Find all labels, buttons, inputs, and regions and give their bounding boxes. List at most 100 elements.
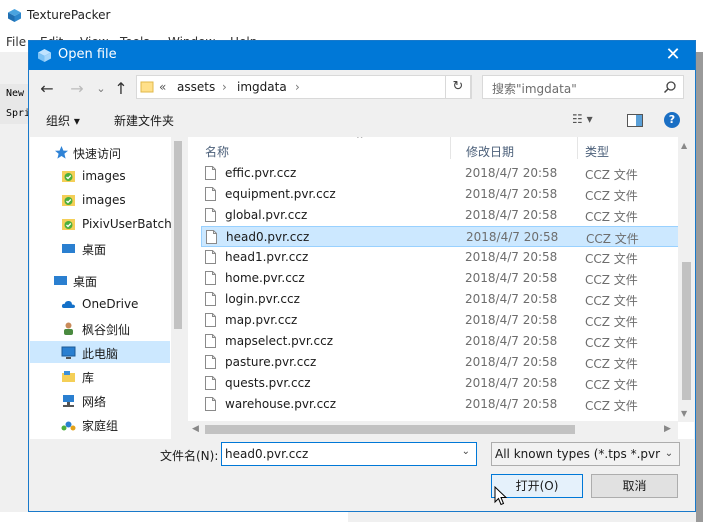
- file-row[interactable]: quests.pvr.ccz 2018/4/7 20:58 CCZ 文件: [201, 373, 679, 394]
- nav-item-images[interactable]: images: [30, 165, 170, 187]
- new-folder-button[interactable]: 新建文件夹: [114, 112, 174, 129]
- nav-item-pixivuserbatch[interactable]: PixivUserBatchl: [30, 213, 175, 235]
- recent-locations-dropdown[interactable]: ⌄: [91, 79, 111, 99]
- nav-item-onedrive[interactable]: OneDrive: [30, 293, 170, 315]
- file-date: 2018/4/7 20:58: [465, 271, 558, 285]
- computer-icon: [61, 346, 76, 359]
- navigation-scrollbar[interactable]: [171, 137, 184, 439]
- help-button[interactable]: ?: [664, 112, 680, 128]
- nav-item-libraries[interactable]: 库: [30, 365, 170, 387]
- nav-item-quick-access[interactable]: 快速访问: [30, 141, 170, 163]
- preview-pane-icon[interactable]: [627, 114, 643, 127]
- nav-item-label: OneDrive: [82, 297, 139, 311]
- scrollbar-thumb[interactable]: [174, 141, 182, 329]
- file-row[interactable]: head1.pvr.ccz 2018/4/7 20:58 CCZ 文件: [201, 247, 679, 268]
- organize-button[interactable]: 组织 ▾: [46, 112, 80, 129]
- file-row[interactable]: map.pvr.ccz 2018/4/7 20:58 CCZ 文件: [201, 310, 679, 331]
- chevron-down-icon[interactable]: ⌄: [462, 446, 470, 457]
- address-separator[interactable]: ›: [222, 80, 227, 94]
- cancel-button[interactable]: 取消: [591, 474, 678, 498]
- file-icon: [205, 397, 216, 411]
- file-name: head0.pvr.ccz: [226, 230, 310, 244]
- address-segment[interactable]: imgdata: [237, 80, 287, 94]
- nav-item-this-pc[interactable]: 此电脑: [30, 341, 170, 363]
- nav-item-desktop[interactable]: 桌面: [30, 237, 170, 259]
- file-list-horizontal-scrollbar[interactable]: ◀ ▶: [188, 421, 678, 439]
- navigation-bar: ← → ⌄ ↑ « assets › imgdata › ⌄ ↻ 搜索"imgd…: [29, 70, 695, 108]
- scroll-down-arrow-icon[interactable]: ▼: [681, 409, 687, 418]
- file-name: global.pvr.ccz: [225, 208, 308, 222]
- file-row[interactable]: effic.pvr.ccz 2018/4/7 20:58 CCZ 文件: [201, 163, 679, 184]
- menu-file[interactable]: File: [6, 35, 26, 49]
- file-date: 2018/4/7 20:58: [465, 187, 558, 201]
- address-overflow[interactable]: «: [159, 80, 166, 94]
- chevron-down-icon[interactable]: ⌄: [662, 445, 676, 463]
- scroll-right-arrow-icon[interactable]: ▶: [664, 424, 671, 434]
- toolbar-sprites[interactable]: Spri: [6, 108, 30, 119]
- file-row[interactable]: equipment.pvr.ccz 2018/4/7 20:58 CCZ 文件: [201, 184, 679, 205]
- file-type: CCZ 文件: [585, 189, 638, 203]
- file-date: 2018/4/7 20:58: [465, 250, 558, 264]
- forward-button[interactable]: →: [67, 79, 87, 99]
- file-name: login.pvr.ccz: [225, 292, 300, 306]
- toolbar-new[interactable]: New: [6, 88, 24, 99]
- address-segment[interactable]: assets: [177, 80, 215, 94]
- file-icon: [205, 334, 216, 348]
- app-toolbar: New Spri: [0, 84, 30, 124]
- command-bar: 组织 ▾ 新建文件夹 ☷ ▾ ?: [29, 108, 695, 133]
- filename-field[interactable]: head0.pvr.ccz ⌄: [221, 442, 477, 466]
- file-type-filter[interactable]: All known types (*.tps *.pvr * ⌄: [491, 442, 680, 466]
- nav-item-label: images: [82, 193, 126, 207]
- up-button[interactable]: ↑: [111, 79, 131, 99]
- file-type-filter-value[interactable]: All known types (*.tps *.pvr *: [495, 447, 670, 461]
- file-name: head1.pvr.ccz: [225, 250, 309, 264]
- file-row[interactable]: global.pvr.ccz 2018/4/7 20:58 CCZ 文件: [201, 205, 679, 226]
- scroll-up-arrow-icon[interactable]: ▲: [681, 141, 687, 150]
- close-button[interactable]: ✕: [651, 41, 695, 70]
- file-row[interactable]: login.pvr.ccz 2018/4/7 20:58 CCZ 文件: [201, 289, 679, 310]
- nav-item-network[interactable]: 网络: [30, 389, 170, 411]
- folder-icon: [140, 81, 154, 93]
- view-options-button[interactable]: ☷ ▾: [572, 112, 593, 126]
- file-list-vertical-scrollbar[interactable]: ▲ ▼: [678, 137, 694, 422]
- nav-item-homegroup[interactable]: 家庭组: [30, 413, 170, 435]
- scrollbar-thumb[interactable]: [682, 262, 691, 400]
- file-row[interactable]: home.pvr.ccz 2018/4/7 20:58 CCZ 文件: [201, 268, 679, 289]
- nav-item-user[interactable]: 枫谷剑仙: [30, 317, 170, 339]
- nav-item-images[interactable]: images: [30, 189, 170, 211]
- file-row[interactable]: warehouse.pvr.ccz 2018/4/7 20:58 CCZ 文件: [201, 394, 679, 415]
- scrollbar-thumb[interactable]: [205, 425, 575, 434]
- pinned-folder-icon: [62, 195, 75, 206]
- column-separator[interactable]: [450, 137, 451, 159]
- texturepacker-icon: [8, 9, 21, 22]
- file-list: ^ 名称 修改日期 类型 effic.pvr.ccz 2018/4/7 20:58…: [188, 137, 694, 439]
- file-type: CCZ 文件: [585, 168, 638, 182]
- file-type: CCZ 文件: [585, 252, 638, 266]
- scroll-left-arrow-icon[interactable]: ◀: [192, 424, 199, 434]
- column-separator[interactable]: [577, 137, 578, 159]
- app-background-panel: [0, 512, 348, 522]
- search-box[interactable]: 搜索"imgdata": [482, 75, 684, 99]
- nav-item-label: 库: [82, 371, 95, 385]
- nav-item-label: 桌面: [73, 275, 98, 289]
- texturepacker-icon: [38, 49, 51, 62]
- app-titlebar: TexturePacker: [0, 0, 703, 32]
- file-date: 2018/4/7 20:58: [465, 397, 558, 411]
- column-header-date[interactable]: 修改日期: [466, 143, 514, 160]
- refresh-button[interactable]: ↻: [445, 75, 471, 99]
- desktop-icon: [54, 276, 67, 285]
- column-header-type[interactable]: 类型: [585, 143, 609, 160]
- address-bar[interactable]: « assets › imgdata › ⌄: [136, 75, 472, 99]
- file-name: pasture.pvr.ccz: [225, 355, 317, 369]
- pinned-folder-icon: [62, 219, 75, 230]
- filename-value[interactable]: head0.pvr.ccz: [225, 447, 308, 461]
- search-input[interactable]: 搜索"imgdata": [492, 80, 577, 97]
- column-header-name[interactable]: 名称: [205, 143, 229, 160]
- file-row[interactable]: head0.pvr.ccz 2018/4/7 20:58 CCZ 文件: [201, 226, 679, 247]
- address-separator[interactable]: ›: [295, 80, 300, 94]
- nav-item-desktop-root[interactable]: 桌面: [30, 269, 170, 291]
- back-button[interactable]: ←: [37, 79, 57, 99]
- file-row[interactable]: mapselect.pvr.ccz 2018/4/7 20:58 CCZ 文件: [201, 331, 679, 352]
- file-row[interactable]: pasture.pvr.ccz 2018/4/7 20:58 CCZ 文件: [201, 352, 679, 373]
- file-type: CCZ 文件: [585, 399, 638, 413]
